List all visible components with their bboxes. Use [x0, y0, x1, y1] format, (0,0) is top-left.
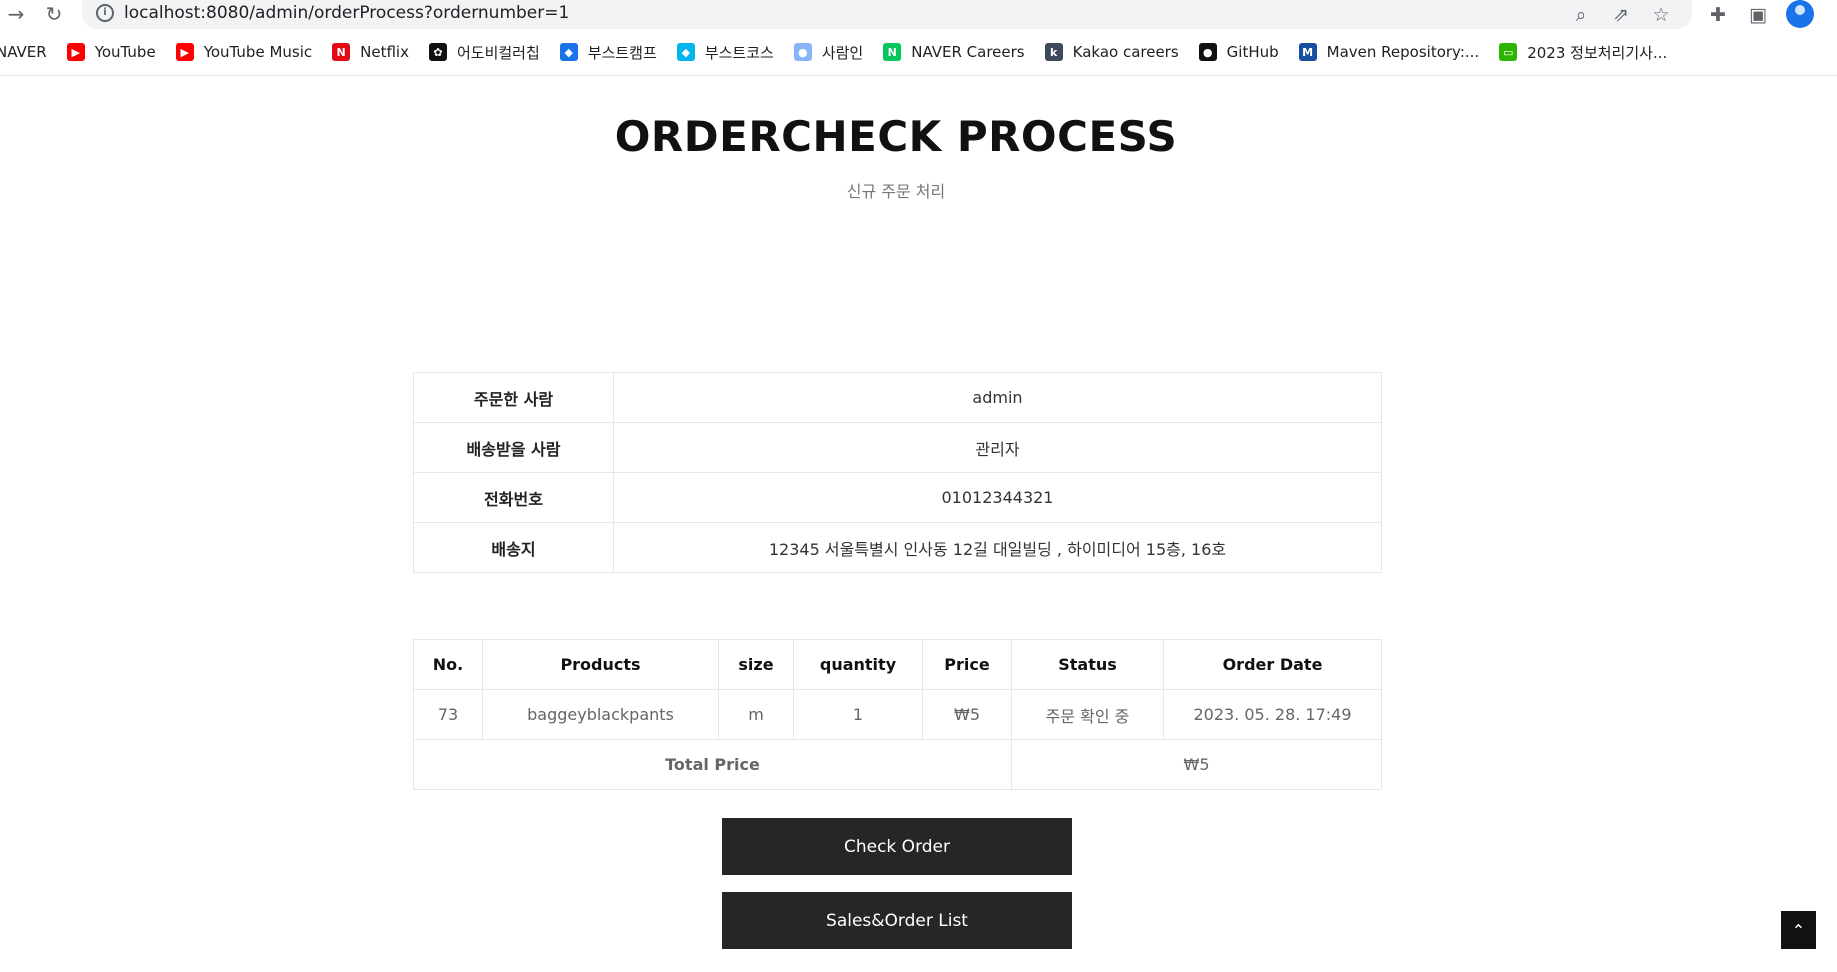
star-icon[interactable]: ☆: [1648, 2, 1674, 28]
bookmark-label: 부스트캠프: [587, 43, 657, 62]
page-title: ORDERCHECK PROCESS: [614, 112, 1178, 161]
col-header-products: Products: [482, 639, 719, 690]
bookmark-label: GitHub: [1226, 43, 1279, 61]
bookmark-favicon-icon: ◆: [676, 43, 695, 61]
order-items-table: No. Products size quantity Price Status …: [413, 639, 1382, 790]
table-row: 배송받을 사람 관리자: [413, 422, 1382, 473]
phone-value: 01012344321: [613, 472, 1382, 523]
table-row: 주문한 사람 admin: [413, 372, 1382, 423]
bookmark-label: YouTube Music: [203, 43, 313, 61]
bookmark-label: 사람인: [821, 43, 864, 62]
share-icon[interactable]: ⇗: [1608, 2, 1634, 28]
bookmark-item[interactable]: ● GitHub: [1198, 43, 1279, 61]
bookmark-item[interactable]: ▶ YouTube: [66, 43, 156, 61]
forward-icon[interactable]: →: [4, 2, 28, 26]
bookmark-favicon-icon: N: [883, 43, 902, 61]
col-header-status: Status: [1011, 639, 1164, 690]
bookmark-favicon-icon: ◆: [559, 43, 578, 61]
page-subtitle: 신규 주문 처리: [846, 182, 946, 201]
bookmark-item[interactable]: ✿ 어도비컬러칩: [428, 42, 540, 63]
total-price-label: Total Price: [413, 739, 1012, 790]
bookmark-item[interactable]: N NAVER Careers: [883, 43, 1025, 61]
check-order-button[interactable]: Check Order: [722, 818, 1072, 875]
bookmark-favicon-icon: ▶: [175, 43, 194, 61]
bookmark-item[interactable]: ● 사람인: [793, 42, 864, 63]
total-price-value: ₩5: [1011, 739, 1382, 790]
double-chevron-up-icon: ⌃: [1791, 920, 1806, 940]
col-header-order-date: Order Date: [1163, 639, 1382, 690]
reload-icon[interactable]: ↻: [42, 2, 66, 26]
bookmark-favicon-icon: ●: [793, 43, 812, 61]
bookmark-favicon-icon: k: [1044, 43, 1063, 61]
url-text[interactable]: localhost:8080/admin/orderProcess?ordern…: [124, 3, 569, 23]
bookmark-item[interactable]: M Maven Repository:...: [1298, 43, 1480, 61]
bookmark-label: Maven Repository:...: [1326, 43, 1480, 61]
table-row: 전화번호 01012344321: [413, 472, 1382, 523]
orderer-value: admin: [613, 372, 1382, 423]
bookmark-favicon-icon: ✿: [428, 43, 447, 61]
bookmark-label: NAVER: [0, 43, 47, 61]
bookmark-item[interactable]: N Netflix: [332, 43, 409, 61]
browser-toolbar: → ↻ i localhost:8080/admin/orderProcess?…: [0, 0, 1837, 30]
recipient-label: 배송받을 사람: [413, 422, 614, 473]
scroll-top-button[interactable]: ⌃: [1781, 911, 1816, 949]
col-header-no: No.: [413, 639, 483, 690]
address-bar[interactable]: i localhost:8080/admin/orderProcess?orde…: [82, 0, 1692, 29]
bookmarks-bar: NAVER ▶ YouTube ▶ YouTube Music N Netflix ✿ 어도비컬…: [0, 38, 1837, 66]
bookmark-favicon-icon: N: [332, 43, 351, 61]
bookmark-favicon-icon: M: [1298, 43, 1317, 61]
table-row: 73 baggeyblackpants m 1 ₩5 주문 확인 중 2023.…: [413, 689, 1382, 740]
bookmark-label: YouTube: [94, 43, 156, 61]
bookmark-favicon-icon: ●: [1198, 43, 1217, 61]
bookmark-item[interactable]: k Kakao careers: [1044, 43, 1179, 61]
cell-no: 73: [413, 689, 483, 740]
cell-order-date: 2023. 05. 28. 17:49: [1163, 689, 1382, 740]
cell-quantity: 1: [793, 689, 923, 740]
profile-icon[interactable]: [1786, 0, 1814, 28]
bookmark-item[interactable]: ◆ 부스트코스: [676, 42, 774, 63]
cell-status: 주문 확인 중: [1011, 689, 1164, 740]
order-info-table: 주문한 사람 admin 배송받을 사람 관리자 전화번호 0101234432…: [413, 372, 1382, 573]
bookmark-label: 부스트코스: [704, 43, 774, 62]
bookmark-label: Netflix: [360, 43, 409, 61]
side-panel-icon[interactable]: ▣: [1745, 2, 1771, 28]
col-header-quantity: quantity: [793, 639, 923, 690]
bookmark-favicon-icon: ▭: [1499, 43, 1518, 61]
cell-price: ₩5: [922, 689, 1012, 740]
extensions-icon[interactable]: ✚: [1705, 2, 1731, 28]
table-row: 배송지 12345 서울특별시 인사동 12길 대일빌딩 , 하이미디어 15층…: [413, 522, 1382, 573]
total-row: Total Price ₩5: [413, 739, 1382, 790]
address-value: 12345 서울특별시 인사동 12길 대일빌딩 , 하이미디어 15층, 16…: [613, 522, 1382, 573]
toolbar-divider: [0, 75, 1837, 76]
zoom-icon[interactable]: ⌕: [1568, 2, 1594, 28]
phone-label: 전화번호: [413, 472, 614, 523]
recipient-value: 관리자: [613, 422, 1382, 473]
bookmark-label: 2023 정보처리기사...: [1527, 43, 1668, 62]
bookmark-item[interactable]: ▶ YouTube Music: [175, 43, 313, 61]
bookmark-item[interactable]: ◆ 부스트캠프: [559, 42, 657, 63]
bookmark-label: Kakao careers: [1072, 43, 1179, 61]
sales-order-list-button[interactable]: Sales&Order List: [722, 892, 1072, 949]
address-label: 배송지: [413, 522, 614, 573]
cell-product: baggeyblackpants: [482, 689, 719, 740]
bookmark-favicon-icon: ▶: [66, 43, 85, 61]
cell-size: m: [718, 689, 794, 740]
col-header-size: size: [718, 639, 794, 690]
bookmark-label: NAVER Careers: [911, 43, 1025, 61]
table-header-row: No. Products size quantity Price Status …: [413, 639, 1382, 690]
bookmark-label: 어도비컬러칩: [456, 43, 540, 62]
bookmark-item[interactable]: NAVER: [0, 43, 47, 61]
site-info-icon[interactable]: i: [96, 4, 114, 22]
bookmark-item[interactable]: ▭ 2023 정보처리기사...: [1499, 42, 1667, 63]
orderer-label: 주문한 사람: [413, 372, 614, 423]
col-header-price: Price: [922, 639, 1012, 690]
